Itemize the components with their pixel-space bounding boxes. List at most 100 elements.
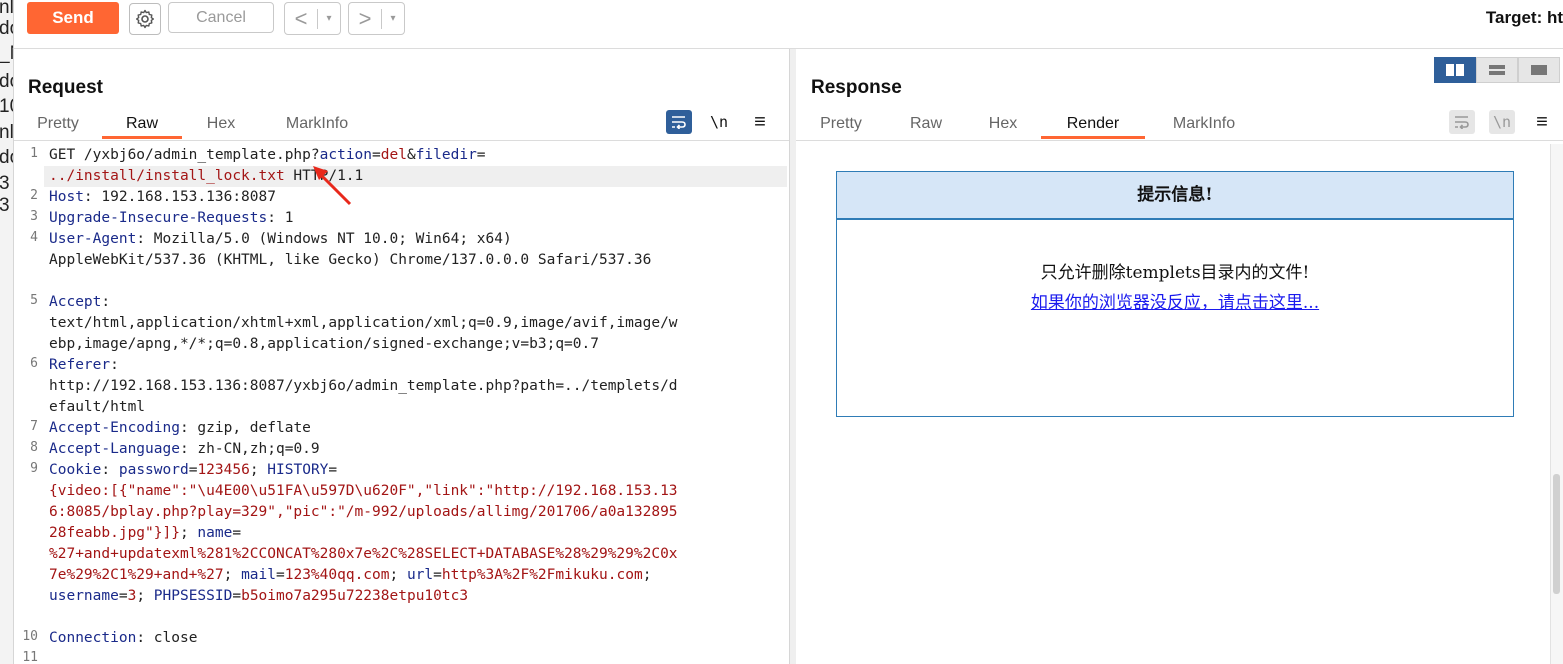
send-button[interactable]: Send [27,2,119,34]
code-line: username=3; PHPSESSID=b5oimo7a295u72238e… [49,586,468,607]
cookie-value: 123%40qq.com [284,567,390,583]
layout-stacked-button[interactable] [1476,57,1518,83]
wrap-lines-icon [672,116,686,129]
tab-hex[interactable]: Hex [974,113,1032,139]
tab-raw[interactable]: Raw [102,113,182,139]
cookie-value: 3 [127,588,137,604]
newline-icon[interactable]: \n [1489,110,1515,134]
cookie-name: password [118,462,189,478]
header-name: Referer [49,357,111,373]
wrap-lines-button[interactable] [1449,110,1475,134]
header-name: Upgrade-Insecure-Requests [49,210,268,226]
line-number: 8 [30,440,38,455]
settings-button[interactable] [129,3,161,35]
cookie-name: username [49,588,119,604]
cookie-value: {video:[{"name":"\u4E00\u51FA\u597D\u620… [49,483,678,499]
tab-render[interactable]: Render [1041,113,1145,139]
chevron-left-icon: < [294,5,308,31]
response-pane: Response Pretty Raw Hex Render MarkInfo … [796,49,1563,664]
layout-tabs-button[interactable] [1518,57,1560,83]
sliver-text: 10 [0,96,13,117]
tab-hex[interactable]: Hex [192,113,250,139]
line-number: 6 [30,356,38,371]
code-line: http://192.168.153.136:8087/yxbj6o/admin… [49,378,678,394]
menu-icon[interactable]: ≡ [1529,110,1555,134]
background-window-sliver: nl do _N do 10 nl do 3 3 [0,0,14,664]
line-gutter: 1 2 3 4 5 6 7 8 9 10 11 [14,142,40,664]
code-line: Upgrade-Insecure-Requests: 1 [49,208,293,229]
columns-icon [1446,64,1464,76]
rendered-page: 提示信息! 只允许删除templets目录内的文件! 如果你的浏览器没反应，请点… [836,171,1514,417]
target-label[interactable]: Target: ht [1486,8,1563,28]
cookie-value: %27+and+updatexml%281%2CCONCAT%280x7e%2C… [49,546,678,562]
back-button[interactable]: < ▾ [284,2,341,35]
code-line: GET /yxbj6o/admin_template.php?action=de… [49,145,486,166]
cookie-name: name [197,525,233,541]
sliver-text: do [0,147,13,168]
tab-markinfo[interactable]: MarkInfo [270,113,364,139]
code-text: ; [389,567,407,583]
param-value: del [380,147,407,163]
code-text: : [110,357,119,373]
rows-icon [1489,65,1505,75]
line-number: 1 [30,146,38,161]
cookie-value: b5oimo7a295u72238etpu10tc3 [241,588,469,604]
code-line: 28feabb.jpg"}]}; name= [49,523,241,544]
cookie-name: mail [241,567,276,583]
render-link[interactable]: 如果你的浏览器没反应，请点击这里... [837,288,1513,313]
code-text: GET /yxbj6o/admin_template.php? [49,147,320,163]
forward-button[interactable]: > ▾ [348,2,405,35]
code-text: = [328,462,338,478]
layout-side-by-side-button[interactable] [1434,57,1476,83]
code-text: ; [249,462,268,478]
line-number: 7 [30,419,38,434]
sliver-text: nl [0,122,14,143]
sliver-text: do [0,71,13,92]
header-name: Connection [49,630,137,646]
code-line: ebp,image/apng,*/*;q=0.8,application/sig… [49,336,599,352]
wrap-lines-button[interactable] [666,110,692,134]
request-editor[interactable]: 1 2 3 4 5 6 7 8 9 10 11 GET /yxbj6o/admi… [14,142,789,664]
line-number: 9 [30,461,38,476]
cookie-name: url [406,567,434,583]
sliver-text: do [0,18,13,39]
tab-pretty[interactable]: Pretty [24,113,92,139]
request-title: Request [28,77,103,98]
code-line: 7e%29%2C1%29+and+%27; mail=123%40qq.com;… [49,565,651,586]
code-text: : close [136,630,198,646]
render-message: 只允许删除templets目录内的文件! [1040,263,1310,283]
code-line: Cookie: password=123456; HISTORY= [49,460,337,481]
cancel-button[interactable]: Cancel [168,2,274,33]
menu-icon[interactable]: ≡ [747,110,773,134]
sliver-text: 3 [0,173,10,194]
line-number: 10 [22,629,38,644]
vertical-scrollbar[interactable] [1550,144,1563,664]
code-text: ; [136,588,154,604]
code-text: : 1 [267,210,294,226]
tab-markinfo[interactable]: MarkInfo [1158,113,1250,139]
cookie-value: 123456 [197,462,250,478]
sliver-text: nl [0,0,14,18]
repeater-toolbar: Send Cancel < ▾ > ▾ Target: ht [14,0,1563,49]
tab-raw[interactable]: Raw [896,113,956,139]
chevron-down-icon[interactable]: ▾ [318,13,340,24]
newline-icon[interactable]: \n [706,110,732,134]
line-number: 3 [30,209,38,224]
code-text: = [232,525,242,541]
gear-icon [136,9,154,29]
render-header: 提示信息! [837,172,1513,220]
code-text: = [232,588,242,604]
sliver-text: _N [0,43,13,64]
scrollbar-thumb[interactable] [1553,474,1560,594]
tab-pretty[interactable]: Pretty [806,113,876,139]
code-line: Accept: [49,292,110,313]
chevron-right-icon: > [358,5,372,31]
response-tabs: Pretty Raw Hex Render MarkInfo [796,113,1563,139]
header-name: Accept-Encoding [49,420,180,436]
code-line: Accept-Language: zh-CN,zh;q=0.9 [49,439,320,460]
header-name: User-Agent [49,231,137,247]
chevron-down-icon[interactable]: ▾ [382,13,404,24]
code-line: Host: 192.168.153.136:8087 [49,187,276,208]
line-number: 11 [22,650,38,664]
line-number: 5 [30,293,38,308]
